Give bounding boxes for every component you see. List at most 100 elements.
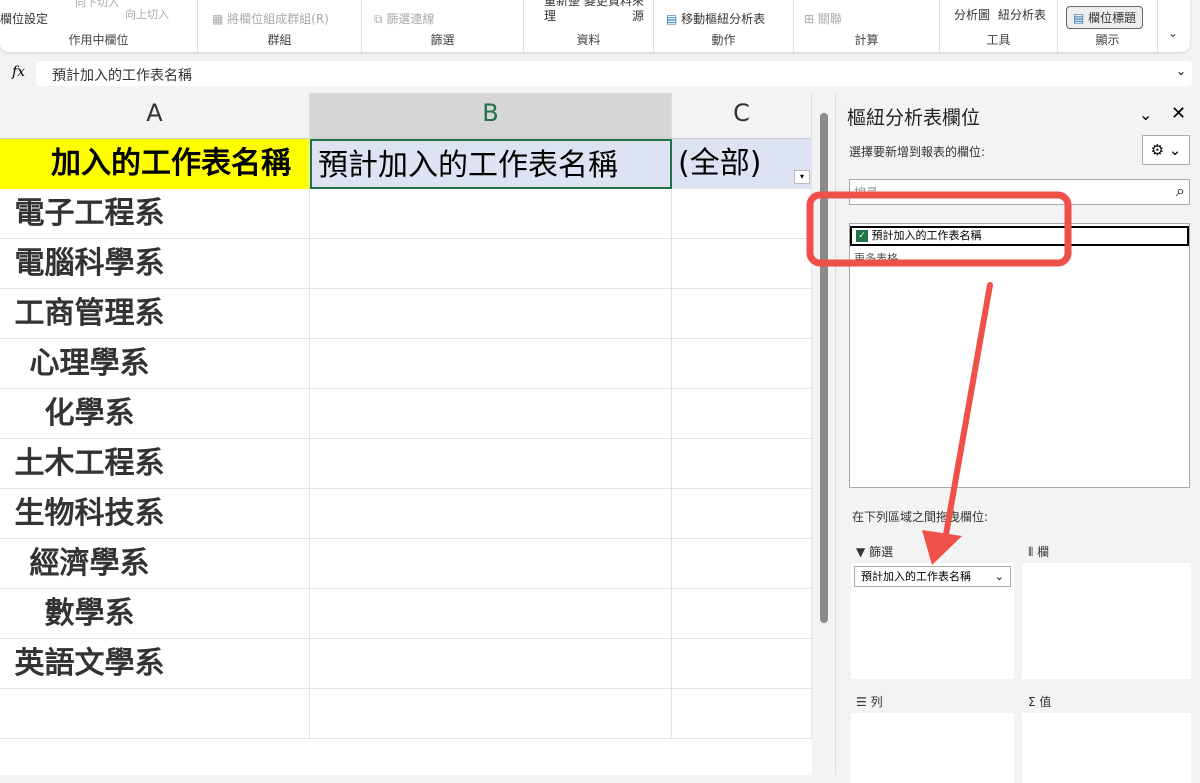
cell-b10[interactable] bbox=[310, 589, 672, 639]
cell-b6[interactable] bbox=[310, 389, 672, 439]
collapse-ribbon-icon[interactable]: ⌄ bbox=[1168, 26, 1178, 40]
sigma-icon: Σ bbox=[1028, 695, 1036, 709]
cell-a6[interactable]: 化學系 bbox=[0, 389, 310, 439]
checkbox-checked-icon[interactable]: ✓ bbox=[856, 230, 868, 242]
table-row: 土木工程系 bbox=[0, 439, 812, 489]
chevron-down-icon[interactable]: ⌄ bbox=[995, 567, 1004, 586]
formula-input[interactable]: 預計加入的工作表名稱 bbox=[36, 61, 1192, 86]
cell-c8[interactable] bbox=[672, 489, 812, 539]
filter-dropdown-icon[interactable]: ▾ bbox=[794, 170, 810, 184]
relationships-button[interactable]: ⊞ 關聯 bbox=[804, 10, 842, 27]
search-placeholder: 搜尋 bbox=[854, 186, 879, 200]
cell-b1[interactable]: 預計加入的工作表名稱 bbox=[310, 139, 672, 189]
cell-c3[interactable] bbox=[672, 239, 812, 289]
columns-area[interactable] bbox=[1022, 563, 1191, 679]
cell-a10[interactable]: 數學系 bbox=[0, 589, 310, 639]
cell-a3[interactable]: 電腦科學系 bbox=[0, 239, 310, 289]
group-label: 群組 bbox=[267, 33, 292, 47]
field-item[interactable]: ✓ 預計加入的工作表名稱 bbox=[850, 226, 1189, 246]
label: 欄位標題 bbox=[1088, 11, 1137, 25]
drag-hint: 在下列區域之間拖曳欄位: bbox=[852, 510, 989, 524]
cell-c1[interactable]: (全部) bbox=[672, 139, 812, 189]
settings-gear-button[interactable]: ⚙ ⌄ bbox=[1142, 135, 1190, 165]
cell-c2[interactable] bbox=[672, 189, 812, 239]
label: 篩選連線 bbox=[386, 12, 435, 26]
drill-down-button[interactable]: 向下切入 bbox=[75, 0, 119, 10]
label: 篩選 bbox=[869, 545, 894, 559]
vertical-scrollbar[interactable] bbox=[815, 93, 833, 775]
cell-c9[interactable] bbox=[672, 539, 812, 589]
table-row: 心理學系 bbox=[0, 339, 812, 389]
cell-b3[interactable] bbox=[310, 239, 672, 289]
cell-b7[interactable] bbox=[310, 439, 672, 489]
table-row: 電子工程系 bbox=[0, 189, 812, 239]
search-icon: ⌕ bbox=[1176, 181, 1185, 200]
filters-area[interactable]: 預計加入的工作表名稱 ⌄ bbox=[851, 563, 1014, 679]
filter-connections-button[interactable]: ⧉ 篩選連線 bbox=[374, 10, 434, 27]
table-row bbox=[0, 689, 812, 739]
cell-c7[interactable] bbox=[672, 439, 812, 489]
cell-a9[interactable]: 經濟學系 bbox=[0, 539, 310, 589]
rows-area[interactable] bbox=[851, 713, 1014, 783]
table-row: 化學系 bbox=[0, 389, 812, 439]
cell-b4[interactable] bbox=[310, 289, 672, 339]
cell-c5[interactable] bbox=[672, 339, 812, 389]
cell-a2[interactable]: 電子工程系 bbox=[0, 189, 310, 239]
field-settings-button[interactable]: 欄位設定 bbox=[0, 10, 48, 27]
cell-c11[interactable] bbox=[672, 639, 812, 689]
table-row: 英語文學系 bbox=[0, 639, 812, 689]
column-header-a[interactable]: A bbox=[0, 93, 310, 139]
header-icon: ▤ bbox=[1073, 11, 1085, 25]
fx-icon[interactable]: fx bbox=[12, 64, 25, 80]
group-active-field: 欄位設定 向下切入 向上切入 作用中欄位 bbox=[0, 0, 198, 52]
column-header-b[interactable]: B bbox=[310, 93, 672, 139]
expand-formula-icon[interactable]: ⌄ bbox=[1176, 64, 1186, 78]
spreadsheet-grid[interactable]: A B C 加入的工作表名稱 預計加入的工作表名稱 (全部) ▾ 電子工程系 電腦科學系工… bbox=[0, 93, 812, 775]
move-pivot-button[interactable]: ▤ 移動樞紐分析表 bbox=[666, 10, 765, 27]
group-label: 動作 bbox=[711, 33, 736, 47]
change-source-button[interactable]: 變更資料來源 bbox=[584, 0, 644, 24]
cell-a8[interactable]: 生物科技系 bbox=[0, 489, 310, 539]
cell-a1[interactable]: 加入的工作表名稱 bbox=[0, 139, 310, 189]
cell-b2[interactable] bbox=[310, 189, 672, 239]
cell-a7[interactable]: 土木工程系 bbox=[0, 439, 310, 489]
group-label: 工具 bbox=[986, 33, 1011, 47]
cell-b11[interactable] bbox=[310, 639, 672, 689]
close-icon[interactable]: ✕ bbox=[1171, 103, 1186, 124]
cell-b12[interactable] bbox=[310, 689, 672, 739]
cell-a4[interactable]: 工商管理系 bbox=[0, 289, 310, 339]
table-row: 電腦科學系 bbox=[0, 239, 812, 289]
cell-c4[interactable] bbox=[672, 289, 812, 339]
cell-a11[interactable]: 英語文學系 bbox=[0, 639, 310, 689]
cell-a5[interactable]: 心理學系 bbox=[0, 339, 310, 389]
cell-b8[interactable] bbox=[310, 489, 672, 539]
search-input[interactable]: 搜尋 ⌕ bbox=[849, 179, 1190, 205]
table-row: 數學系 bbox=[0, 589, 812, 639]
cell-b9[interactable] bbox=[310, 539, 672, 589]
pane-options-icon[interactable]: ⌄ bbox=[1139, 105, 1152, 124]
ribbon: 欄位設定 向下切入 向上切入 作用中欄位 ▦ 將欄位組成群組(R) 群組 ⧉ 篩… bbox=[0, 0, 1190, 52]
label: 列 bbox=[870, 695, 883, 709]
filter-field-chip[interactable]: 預計加入的工作表名稱 ⌄ bbox=[854, 566, 1011, 587]
label: 關聯 bbox=[817, 12, 842, 26]
cell-b5[interactable] bbox=[310, 339, 672, 389]
pivot-chart-button[interactable]: 分析圖 bbox=[954, 6, 990, 23]
group-label: 計算 bbox=[854, 33, 879, 47]
column-header-c[interactable]: C bbox=[672, 93, 812, 139]
cell-c10[interactable] bbox=[672, 589, 812, 639]
label: 預計加入的工作表名稱 bbox=[861, 570, 971, 583]
cell-c6[interactable] bbox=[672, 389, 812, 439]
cell-c12[interactable] bbox=[672, 689, 812, 739]
refresh-button[interactable]: 重新整理 bbox=[544, 0, 584, 24]
group-label: 作用中欄位 bbox=[68, 33, 129, 47]
scroll-thumb[interactable] bbox=[820, 113, 828, 623]
drill-up-button[interactable]: 向上切入 bbox=[125, 6, 169, 22]
group-field-button[interactable]: ▦ 將欄位組成群組(R) bbox=[212, 10, 329, 27]
values-area[interactable] bbox=[1022, 713, 1191, 783]
cell-a12[interactable] bbox=[0, 689, 310, 739]
more-tables-link[interactable]: 更多表格... bbox=[854, 250, 909, 266]
field-headers-toggle[interactable]: ▤ 欄位標題 bbox=[1066, 6, 1144, 29]
pivot-fields-pane: 樞紐分析表欄位 ⌄ ✕ 選擇要新增到報表的欄位: ⚙ ⌄ 搜尋 ⌕ ✓ 預計加入… bbox=[835, 93, 1200, 783]
table-row: 經濟學系 bbox=[0, 539, 812, 589]
recommended-pivot-button[interactable]: 紐分析表 bbox=[998, 6, 1046, 23]
